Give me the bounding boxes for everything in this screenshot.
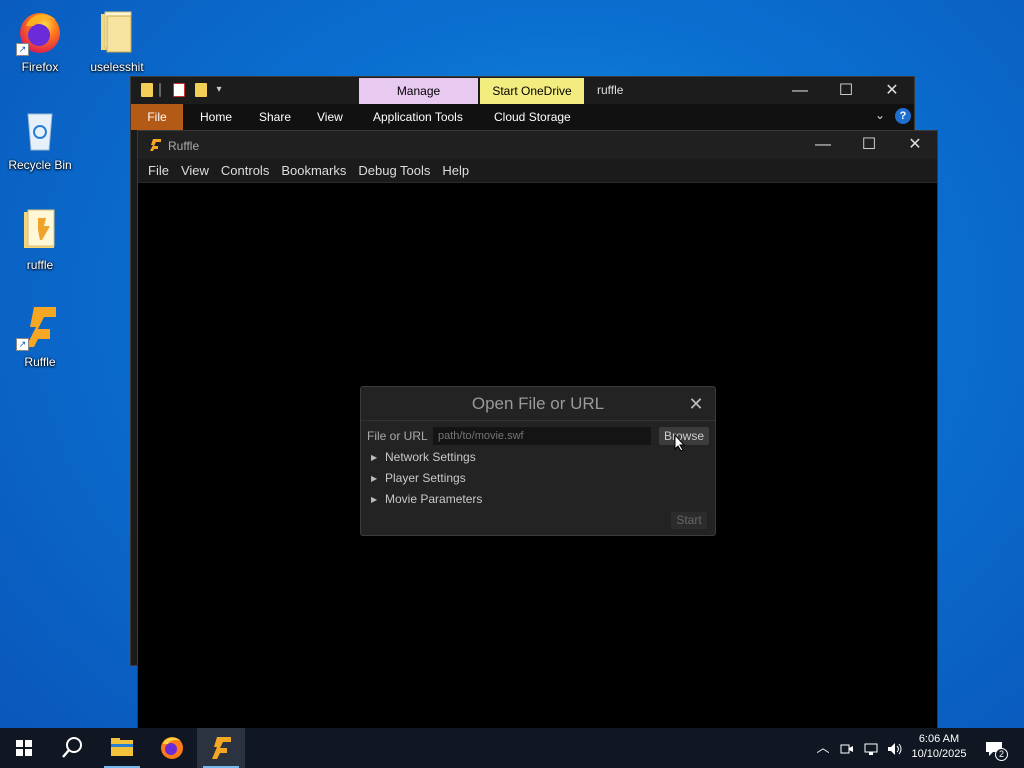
- explorer-titlebar[interactable]: ▾ Manage Start OneDrive ruffle — ☐ ✕: [131, 77, 915, 105]
- firefox-icon: ↗: [16, 8, 64, 56]
- desktop-icon-label: Recycle Bin: [8, 158, 72, 172]
- taskbar: ︿ 6:06 AM 10/10/2025 2: [0, 728, 1024, 768]
- mouse-cursor-icon: [674, 433, 686, 452]
- explorer-title: ruffle: [597, 83, 624, 97]
- ribbon-tab-share[interactable]: Share: [249, 104, 301, 130]
- shortcut-arrow-icon: ↗: [16, 338, 29, 351]
- menu-controls[interactable]: Controls: [215, 163, 275, 178]
- file-url-row: File or URL Browse: [367, 427, 709, 445]
- volume-icon[interactable]: [884, 728, 906, 768]
- ribbon-tab-home[interactable]: Home: [190, 104, 242, 130]
- menu-view[interactable]: View: [175, 163, 215, 178]
- shortcut-arrow-icon: ↗: [16, 43, 29, 56]
- section-label: Movie Parameters: [385, 492, 483, 506]
- expand-triangle-icon: ▶: [371, 474, 378, 483]
- start-button[interactable]: [0, 728, 48, 768]
- clock-time: 6:06 AM: [918, 733, 960, 745]
- close-button[interactable]: ✕: [892, 131, 938, 159]
- network-icon[interactable]: [860, 728, 882, 768]
- folder-icon: [16, 206, 64, 254]
- desktop-icon-firefox[interactable]: ↗ Firefox: [0, 8, 80, 74]
- menu-bookmarks[interactable]: Bookmarks: [275, 163, 352, 178]
- firefox-icon: [161, 737, 183, 759]
- desktop-icon-label: ruffle: [26, 258, 54, 272]
- maximize-button[interactable]: ☐: [846, 131, 892, 159]
- file-url-input[interactable]: [433, 427, 651, 445]
- desktop-icon-label: Firefox: [21, 60, 59, 74]
- minimize-button[interactable]: —: [800, 131, 846, 159]
- section-label: Player Settings: [385, 471, 466, 485]
- clock-date: 10/10/2025: [911, 748, 967, 760]
- properties-icon[interactable]: [173, 83, 185, 97]
- file-url-label: File or URL: [367, 429, 428, 443]
- taskbar-file-explorer[interactable]: [98, 728, 146, 768]
- recycle-bin-icon: [16, 106, 64, 154]
- desktop-icon-label: uselesshit: [90, 60, 144, 74]
- minimize-button[interactable]: —: [777, 77, 823, 104]
- contextual-tab-manage[interactable]: Manage: [359, 78, 478, 105]
- taskbar-ruffle[interactable]: [197, 728, 245, 768]
- desktop-icon-ruffle-folder[interactable]: ruffle: [0, 206, 80, 272]
- action-center-button[interactable]: 2: [980, 728, 1008, 768]
- ruffle-icon: [148, 138, 162, 152]
- meet-now-icon[interactable]: [836, 728, 858, 768]
- ruffle-title: Ruffle: [168, 139, 200, 153]
- section-player-settings[interactable]: ▶ Player Settings: [371, 471, 466, 485]
- expand-ribbon-icon[interactable]: ⌄: [875, 108, 885, 122]
- menu-help[interactable]: Help: [436, 163, 475, 178]
- ribbon-tab-application-tools[interactable]: Application Tools: [363, 104, 473, 130]
- maximize-button[interactable]: ☐: [823, 77, 869, 104]
- explorer-ribbon: File Home Share View Application Tools C…: [131, 104, 914, 130]
- clock[interactable]: 6:06 AM 10/10/2025: [904, 732, 974, 762]
- windows-icon: [16, 740, 32, 756]
- desktop-icon-ruffle-app[interactable]: ↗ Ruffle: [0, 303, 80, 369]
- open-file-dialog: Open File or URL ✕ File or URL Browse ▶ N…: [360, 386, 716, 536]
- new-folder-icon[interactable]: [195, 83, 207, 97]
- section-label: Network Settings: [385, 450, 476, 464]
- close-button[interactable]: ✕: [869, 77, 915, 104]
- dialog-title: Open File or URL ✕: [361, 387, 715, 421]
- ruffle-icon: ↗: [16, 303, 64, 351]
- start-button[interactable]: Start: [671, 512, 707, 529]
- notification-count-badge: 2: [995, 748, 1008, 761]
- help-icon[interactable]: ?: [895, 108, 911, 124]
- dialog-title-text: Open File or URL: [471, 394, 605, 413]
- folder-icon: [93, 8, 141, 56]
- menu-file[interactable]: File: [142, 163, 175, 178]
- ribbon-tab-file[interactable]: File: [131, 104, 183, 130]
- section-movie-parameters[interactable]: ▶ Movie Parameters: [371, 492, 482, 506]
- desktop-icon-recycle-bin[interactable]: Recycle Bin: [0, 106, 80, 172]
- contextual-tab-start-onedrive[interactable]: Start OneDrive: [480, 78, 584, 105]
- chevron-down-icon[interactable]: ▾: [215, 83, 223, 97]
- search-icon: [62, 737, 82, 758]
- show-hidden-icons-button[interactable]: ︿: [812, 728, 834, 768]
- expand-triangle-icon: ▶: [371, 495, 378, 504]
- section-network-settings[interactable]: ▶ Network Settings: [371, 450, 476, 464]
- search-button[interactable]: [48, 728, 96, 768]
- ribbon-tab-view[interactable]: View: [307, 104, 353, 130]
- taskbar-firefox[interactable]: [148, 728, 196, 768]
- folder-icon: [141, 83, 153, 97]
- ruffle-titlebar[interactable]: Ruffle — ☐ ✕: [138, 131, 937, 159]
- ribbon-tab-cloud-storage[interactable]: Cloud Storage: [484, 104, 581, 130]
- ruffle-menubar: File View Controls Bookmarks Debug Tools…: [138, 159, 937, 183]
- desktop-icon-label: Ruffle: [24, 355, 56, 369]
- file-explorer-icon: [111, 738, 133, 756]
- menu-debug-tools[interactable]: Debug Tools: [352, 163, 436, 178]
- separator: [159, 83, 161, 97]
- expand-triangle-icon: ▶: [371, 453, 378, 462]
- desktop-icon-uselesshit[interactable]: uselesshit: [77, 8, 157, 74]
- ruffle-icon: [212, 737, 231, 759]
- close-icon[interactable]: ✕: [687, 387, 705, 421]
